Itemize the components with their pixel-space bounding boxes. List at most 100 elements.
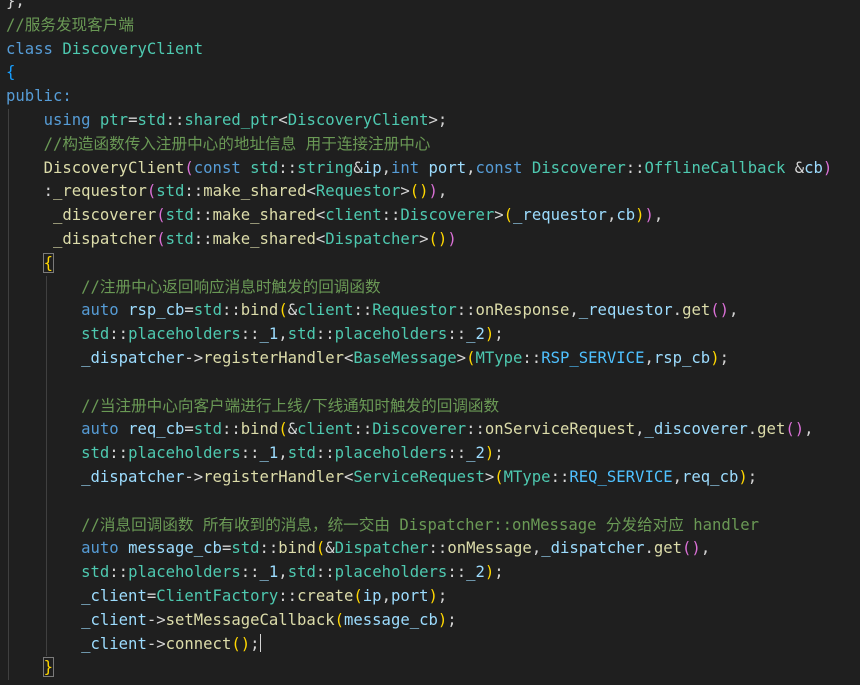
code-line[interactable]: };	[0, 0, 860, 14]
code-line[interactable]: _dispatcher->registerHandler<ServiceRequ…	[0, 465, 860, 490]
code-token: ::	[109, 563, 129, 582]
code-line[interactable]: _client->setMessageCallback(message_cb);	[0, 608, 860, 633]
code-token: )	[710, 348, 720, 367]
code-token: std	[81, 444, 110, 463]
code-token: placeholders	[128, 444, 241, 463]
indent-guide	[45, 394, 47, 419]
code-token: )	[635, 206, 645, 225]
indent-guide	[8, 513, 9, 538]
code-token: >	[419, 229, 429, 248]
code-token: _2	[466, 563, 485, 582]
code-line[interactable]: :_requestor(std::make_shared<Requestor>(…	[0, 180, 860, 205]
indent-guide	[8, 442, 9, 466]
code-token: ClientFactory	[156, 586, 279, 605]
code-token: (	[146, 182, 157, 201]
code-line[interactable]: using ptr=std::shared_ptr<DiscoveryClien…	[0, 108, 860, 133]
code-editor[interactable]: };//服务发现客户端 class DiscoveryClient{public:…	[0, 0, 860, 685]
code-token: ,	[606, 206, 617, 225]
code-token: ;	[250, 634, 260, 653]
code-line[interactable]: }	[0, 656, 860, 681]
code-line[interactable]: DiscoveryClient(const std::string&ip,int…	[0, 156, 860, 181]
code-token: port	[390, 586, 429, 605]
code-line[interactable]: {	[0, 61, 860, 85]
indent-guide	[45, 465, 47, 490]
code-token: std	[193, 420, 222, 439]
code-line[interactable]: public:	[0, 85, 860, 109]
code-token: <	[344, 348, 354, 367]
code-token: ;	[494, 563, 504, 582]
code-line[interactable]	[0, 489, 860, 514]
code-line[interactable]: //当注册中心向客户端进行上线/下线通知时触发的回调函数	[0, 394, 860, 419]
code-token: ->	[146, 634, 166, 653]
code-token: placeholders	[334, 563, 448, 582]
code-line[interactable]: auto message_cb=std::bind(&Dispatcher::o…	[0, 537, 860, 562]
code-token: {	[6, 63, 16, 82]
code-token: std	[250, 158, 279, 177]
code-line[interactable]: _discoverer(std::make_shared<client::Dis…	[0, 204, 860, 228]
indent-guide	[8, 537, 9, 562]
code-token: ;	[494, 325, 504, 344]
code-line[interactable]: auto req_cb=std::bind(&client::Discovere…	[0, 418, 860, 443]
code-line[interactable]: _client=ClientFactory::create(ip,port);	[0, 584, 860, 609]
code-token: onResponse	[475, 301, 570, 320]
code-token: connect	[165, 634, 232, 653]
code-token: .	[672, 301, 683, 320]
code-line[interactable]: _client->connect();	[0, 632, 860, 657]
text-cursor	[259, 633, 261, 652]
code-line[interactable]: _dispatcher(std::make_shared<Dispatcher>…	[0, 227, 860, 252]
indent-guide	[8, 584, 9, 609]
code-token: ::	[466, 420, 485, 439]
code-token: Requestor	[315, 182, 401, 201]
code-token: std	[287, 563, 316, 582]
indent-guide	[45, 346, 47, 371]
code-token: _2	[466, 444, 485, 463]
code-token: _1	[259, 563, 279, 582]
code-token: //服务发现客户端	[6, 15, 134, 34]
indent-guide	[45, 561, 47, 585]
code-token: ::	[550, 467, 570, 486]
code-token: ::	[240, 325, 260, 344]
code-token: &	[287, 420, 298, 439]
code-token: std	[137, 110, 166, 129]
code-line[interactable]: auto rsp_cb=std::bind(&client::Requestor…	[0, 299, 860, 324]
code-lines[interactable]: };//服务发现客户端 class DiscoveryClient{public:…	[0, 0, 860, 681]
code-line[interactable]: _dispatcher->registerHandler<BaseMessage…	[0, 346, 860, 371]
code-token: }	[42, 657, 54, 678]
code-line[interactable]: //消息回调函数 所有收到的消息，统一交由 Dispatcher::onMess…	[0, 513, 860, 538]
code-token: const	[193, 158, 241, 177]
code-token: bind	[240, 301, 279, 320]
code-line[interactable]: //构造函数传入注册中心的地址信息 用于连接注册中心	[0, 132, 860, 157]
code-token: ::	[184, 182, 204, 201]
code-token: _1	[259, 325, 279, 344]
code-token: ,	[278, 563, 288, 582]
code-token: setMessageCallback	[165, 610, 335, 629]
code-token: client	[297, 301, 354, 320]
code-token: get	[757, 420, 786, 439]
code-token: _client	[81, 610, 147, 629]
code-line[interactable]: class DiscoveryClient	[0, 38, 860, 62]
code-token: (	[278, 420, 288, 439]
code-line[interactable]: //注册中心返回响应消息时触发的回调函数	[0, 275, 860, 300]
code-token: DiscoveryClient	[43, 158, 185, 177]
code-line[interactable]	[0, 370, 860, 395]
code-line[interactable]: std::placeholders::_1,std::placeholders:…	[0, 442, 860, 466]
indent-guide	[8, 561, 9, 585]
code-token: ::	[315, 444, 335, 463]
code-line[interactable]: std::placeholders::_1,std::placeholders:…	[0, 561, 860, 585]
code-token: registerHandler	[203, 467, 344, 486]
code-line[interactable]: {	[0, 251, 860, 276]
code-token: client	[297, 420, 354, 439]
code-token: (	[494, 467, 504, 486]
code-token: get	[682, 301, 711, 320]
code-line[interactable]: //服务发现客户端	[0, 14, 860, 38]
code-line[interactable]: std::placeholders::_1,std::placeholders:…	[0, 323, 860, 347]
code-token: <	[278, 110, 288, 129]
code-token: _client	[81, 634, 147, 653]
code-token: port	[428, 158, 467, 177]
code-token: ;	[747, 467, 758, 486]
indent-guide	[8, 465, 9, 490]
code-token: )	[484, 444, 495, 463]
